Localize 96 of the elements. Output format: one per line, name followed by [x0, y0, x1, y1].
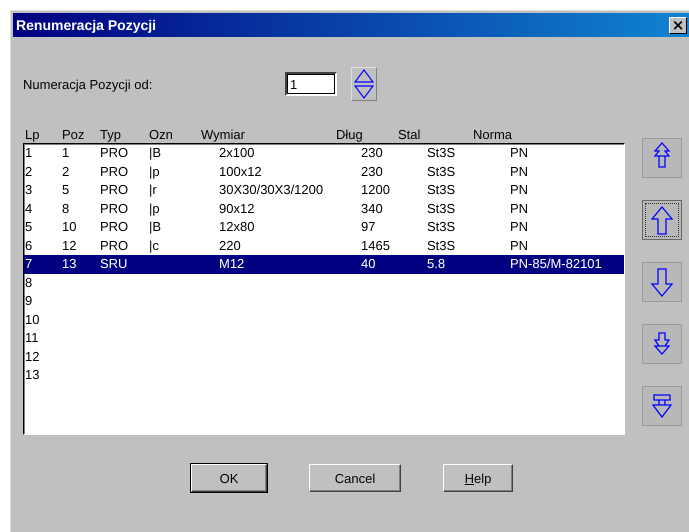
- list-row[interactable]: 6 12 PRO |c 220 1465 St3S PN: [24, 236, 624, 255]
- dialog-button[interactable]: OK: [191, 464, 267, 492]
- column-header: Norma: [473, 127, 514, 143]
- table-cell: 8: [62, 200, 70, 216]
- table-cell: 5.8: [427, 256, 446, 271]
- table-cell: 90x12: [219, 200, 254, 216]
- move-button[interactable]: [642, 200, 682, 240]
- close-button[interactable]: ×: [669, 16, 687, 34]
- table-cell: PRO: [100, 182, 128, 197]
- move-button[interactable]: [642, 138, 682, 178]
- table-cell: |r: [149, 182, 157, 197]
- table-cell: PRO: [100, 238, 128, 252]
- table-cell: PN: [510, 182, 528, 197]
- up-down-arrows-icon: [354, 69, 374, 99]
- column-header: Ozn: [149, 127, 174, 143]
- table-cell: 9: [25, 293, 32, 308]
- table-cell: 97: [361, 219, 376, 234]
- move-button[interactable]: [642, 324, 682, 364]
- table-cell: 230: [361, 145, 383, 160]
- list-row[interactable]: 10: [24, 310, 624, 329]
- spin-button[interactable]: [351, 67, 377, 101]
- table-cell: 3: [25, 182, 32, 197]
- column-header: Poz: [62, 127, 86, 143]
- table-cell: 12x80: [219, 219, 254, 234]
- table-cell: PN: [510, 145, 528, 160]
- table-cell: 30X30/30X3/1200: [219, 182, 324, 197]
- table-cell: M12: [219, 256, 244, 271]
- table-cell: PRO: [100, 200, 128, 216]
- table-cell: |p: [149, 200, 160, 216]
- table-cell: 220: [219, 238, 241, 252]
- table-cell: 6: [25, 238, 32, 252]
- table-cell: 4: [25, 200, 32, 216]
- table-cell: 1465: [361, 238, 390, 252]
- list-row[interactable]: 12: [24, 348, 624, 366]
- table-cell: 2: [62, 164, 70, 178]
- dialog-button[interactable]: Help: [443, 464, 513, 492]
- table-cell: PN: [510, 238, 528, 252]
- table-cell: SRU: [100, 256, 128, 271]
- table-cell: 12: [25, 348, 40, 364]
- selected-row[interactable]: 7 13 SRU M12 40 5.8 PN-85/M-82101: [24, 255, 624, 274]
- table-cell: 2x100: [219, 145, 254, 160]
- table-cell: PN: [510, 200, 528, 216]
- table-cell: 10: [25, 312, 40, 326]
- start-label: Numeracja Pozycji od:: [23, 76, 154, 92]
- table-cell: 340: [361, 200, 383, 216]
- list-row[interactable]: 2 2 PRO |p 100x12 230 St3S PN: [24, 162, 624, 181]
- table-cell: St3S: [427, 182, 456, 197]
- list-row[interactable]: 9: [24, 292, 624, 310]
- table-cell: St3S: [427, 164, 456, 178]
- table-cell: St3S: [427, 219, 456, 234]
- list-row[interactable]: 11: [24, 329, 624, 348]
- list-row[interactable]: 4 8 PRO |p 90x12 340 St3S PN: [24, 200, 624, 218]
- list-row[interactable]: 3 5 PRO |r 30X30/30X3/1200 1200 St3S PN: [24, 181, 624, 200]
- table-cell: 5: [62, 182, 70, 197]
- table-cell: 13: [62, 256, 76, 271]
- list-row[interactable]: 5 10 PRO |B 12x80 97 St3S PN: [24, 218, 624, 236]
- dialog-button[interactable]: Cancel: [309, 464, 401, 492]
- table-cell: PRO: [100, 219, 128, 234]
- list-row[interactable]: 1 1 PRO |B 2x100 230 St3S PN: [24, 144, 624, 162]
- column-header: Dług: [336, 127, 364, 143]
- table-cell: 5: [25, 219, 32, 234]
- table-cell: 11: [25, 330, 38, 345]
- table-cell: 230: [361, 164, 383, 178]
- table-cell: PRO: [100, 145, 128, 160]
- table-cell: 1: [62, 145, 70, 160]
- column-header: Wymiar: [201, 127, 246, 143]
- column-header: Typ: [100, 127, 122, 143]
- table-cell: |B: [149, 145, 162, 160]
- column-header: Lp: [25, 127, 40, 143]
- table-cell: 10: [62, 219, 76, 234]
- table-cell: PN-85/M-82101: [510, 256, 602, 271]
- table-cell: 7: [25, 256, 32, 271]
- table-cell: PN: [510, 164, 528, 178]
- column-header: Stal: [398, 127, 422, 143]
- list-row[interactable]: 13: [24, 366, 624, 384]
- table-cell: |c: [149, 238, 159, 252]
- move-button[interactable]: [642, 386, 682, 426]
- table-cell: 100x12: [219, 164, 262, 178]
- table-cell: 40: [361, 256, 376, 271]
- table-cell: St3S: [427, 238, 456, 252]
- window-title: Renumeracja Pozycji: [16, 17, 156, 33]
- table-cell: 1: [25, 145, 32, 160]
- move-button[interactable]: [642, 262, 682, 302]
- table-cell: |B: [149, 219, 162, 234]
- table-cell: St3S: [427, 200, 456, 216]
- table-cell: 13: [25, 367, 40, 382]
- table-cell: PN: [510, 219, 528, 234]
- table-cell: St3S: [427, 145, 456, 160]
- table-cell: |p: [149, 164, 160, 178]
- table-cell: 8: [25, 274, 32, 290]
- table-cell: PRO: [100, 164, 128, 178]
- start-number-field[interactable]: 1: [285, 72, 337, 96]
- table-cell: 1200: [361, 182, 390, 197]
- table-cell: 2: [25, 164, 32, 178]
- list-row[interactable]: 8: [24, 274, 624, 292]
- table-cell: 12: [62, 238, 76, 252]
